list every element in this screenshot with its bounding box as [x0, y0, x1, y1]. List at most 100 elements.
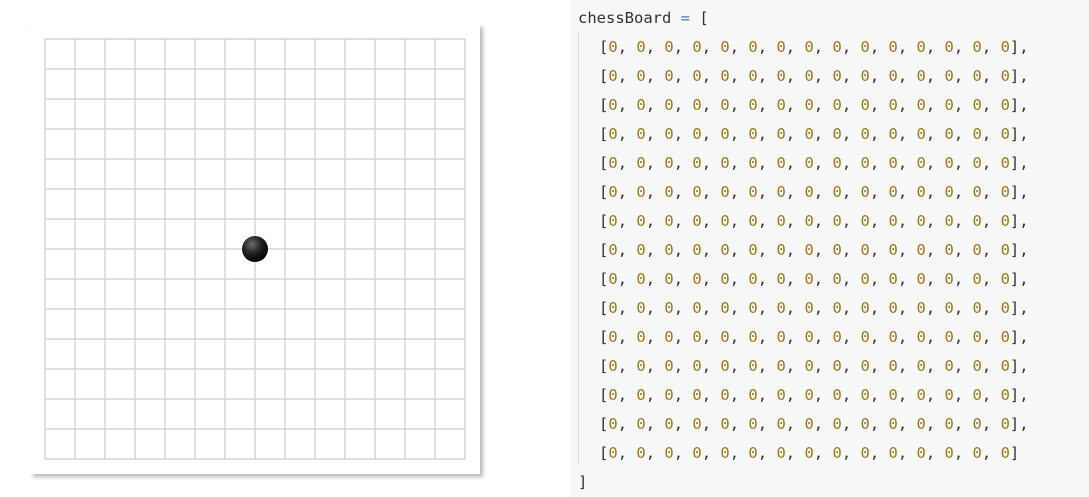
row-close-bracket: ], — [1009, 299, 1029, 317]
cell-value: 0 — [860, 96, 870, 114]
board-grid[interactable] — [30, 24, 480, 474]
comma: , — [813, 241, 833, 259]
comma: , — [645, 386, 665, 404]
comma: , — [701, 125, 721, 143]
cell-value: 0 — [860, 183, 870, 201]
cell-value: 0 — [776, 386, 786, 404]
cell-value: 0 — [776, 299, 786, 317]
cell-value: 0 — [692, 357, 702, 375]
cell-value: 0 — [720, 154, 730, 172]
cell-value: 0 — [636, 154, 646, 172]
cell-value: 0 — [888, 270, 898, 288]
comma: , — [841, 415, 861, 433]
comma: , — [869, 125, 889, 143]
row-close-bracket: ], — [1009, 67, 1029, 85]
comma: , — [953, 38, 973, 56]
comma: , — [617, 415, 637, 433]
comma: , — [841, 154, 861, 172]
cell-value: 0 — [860, 270, 870, 288]
comma: , — [813, 328, 833, 346]
cell-value: 0 — [832, 328, 842, 346]
comma: , — [617, 183, 637, 201]
row-open-bracket: [ — [599, 38, 609, 56]
cell-value: 0 — [776, 154, 786, 172]
comma: , — [785, 241, 805, 259]
cell-value: 0 — [860, 328, 870, 346]
cell-value: 0 — [720, 38, 730, 56]
comma: , — [841, 270, 861, 288]
comma: , — [925, 183, 945, 201]
cell-value: 0 — [776, 183, 786, 201]
comma: , — [785, 357, 805, 375]
comma: , — [673, 212, 693, 230]
cell-value: 0 — [608, 212, 618, 230]
cell-value: 0 — [1000, 299, 1010, 317]
comma: , — [729, 299, 749, 317]
cell-value: 0 — [832, 270, 842, 288]
comma: , — [785, 183, 805, 201]
cell-value: 0 — [888, 212, 898, 230]
cell-value: 0 — [888, 96, 898, 114]
comma: , — [701, 299, 721, 317]
row-open-bracket: [ — [599, 415, 609, 433]
cell-value: 0 — [776, 444, 786, 462]
row-open-bracket: [ — [599, 154, 609, 172]
cell-value: 0 — [888, 299, 898, 317]
comma: , — [813, 299, 833, 317]
comma: , — [925, 444, 945, 462]
cell-value: 0 — [944, 299, 954, 317]
comma: , — [897, 386, 917, 404]
comma: , — [813, 154, 833, 172]
chess-board[interactable] — [30, 24, 480, 474]
comma: , — [869, 38, 889, 56]
cell-value: 0 — [692, 415, 702, 433]
cell-value: 0 — [972, 270, 982, 288]
cell-value: 0 — [608, 357, 618, 375]
row-close-bracket: ], — [1009, 154, 1029, 172]
comma: , — [953, 96, 973, 114]
comma: , — [981, 444, 1001, 462]
comma: , — [953, 357, 973, 375]
comma: , — [729, 183, 749, 201]
cell-value: 0 — [916, 212, 926, 230]
comma: , — [813, 415, 833, 433]
row-close-bracket: ], — [1009, 241, 1029, 259]
comma: , — [701, 444, 721, 462]
cell-value: 0 — [776, 270, 786, 288]
black-stone[interactable] — [242, 236, 268, 262]
comma: , — [673, 299, 693, 317]
comma: , — [729, 270, 749, 288]
cell-value: 0 — [832, 299, 842, 317]
cell-value: 0 — [748, 67, 758, 85]
cell-value: 0 — [664, 386, 674, 404]
cell-value: 0 — [916, 444, 926, 462]
comma: , — [617, 357, 637, 375]
cell-value: 0 — [860, 38, 870, 56]
cell-value: 0 — [692, 241, 702, 259]
comma: , — [841, 357, 861, 375]
comma: , — [785, 67, 805, 85]
comma: , — [841, 444, 861, 462]
cell-value: 0 — [972, 125, 982, 143]
cell-value: 0 — [972, 183, 982, 201]
cell-value: 0 — [1000, 67, 1010, 85]
cell-value: 0 — [692, 125, 702, 143]
cell-value: 0 — [860, 386, 870, 404]
cell-value: 0 — [860, 241, 870, 259]
cell-value: 0 — [636, 38, 646, 56]
cell-value: 0 — [804, 154, 814, 172]
cell-value: 0 — [608, 38, 618, 56]
cell-value: 0 — [720, 241, 730, 259]
comma: , — [869, 96, 889, 114]
comma: , — [617, 96, 637, 114]
comma: , — [701, 67, 721, 85]
comma: , — [897, 270, 917, 288]
comma: , — [925, 328, 945, 346]
cell-value: 0 — [804, 299, 814, 317]
comma: , — [701, 96, 721, 114]
comma: , — [617, 299, 637, 317]
cell-value: 0 — [692, 96, 702, 114]
cell-value: 0 — [944, 96, 954, 114]
cell-value: 0 — [944, 270, 954, 288]
cell-value: 0 — [692, 212, 702, 230]
